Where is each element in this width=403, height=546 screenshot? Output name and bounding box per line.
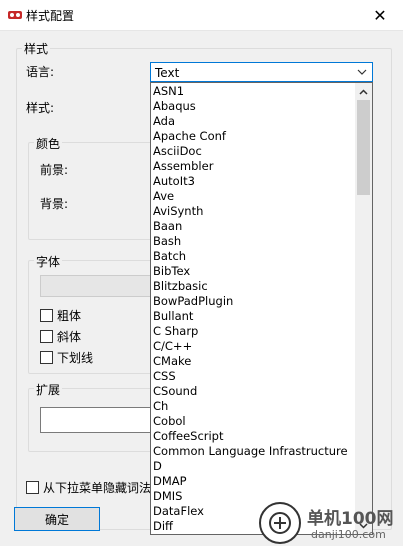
watermark-url: danji100.com [311, 528, 386, 541]
dropdown-item[interactable]: ASN1 [151, 84, 355, 99]
dropdown-item[interactable]: Blitzbasic [151, 279, 355, 294]
title-bar: 样式配置 ✕ [0, 0, 403, 31]
dropdown-item[interactable]: Ave [151, 189, 355, 204]
dropdown-item[interactable]: C/C++ [151, 339, 355, 354]
dropdown-item[interactable]: AsciiDoc [151, 144, 355, 159]
app-icon [8, 11, 22, 19]
dropdown-item[interactable]: Ch [151, 399, 355, 414]
dropdown-item[interactable]: Batch [151, 249, 355, 264]
background-label: 背景: [40, 197, 69, 211]
dropdown-item[interactable]: Apache Conf [151, 129, 355, 144]
scroll-up-button[interactable] [355, 83, 372, 100]
watermark-text: 单机100网 [307, 509, 394, 529]
watermark-logo-icon [259, 502, 301, 544]
chevron-up-icon [359, 88, 368, 95]
close-icon: ✕ [373, 5, 387, 25]
ok-button-label: 确定 [44, 512, 69, 527]
watermark: 单机100网 danji100.com [253, 500, 403, 546]
dropdown-item[interactable]: DMAP [151, 474, 355, 489]
color-group [28, 142, 160, 240]
language-select[interactable]: Text [150, 62, 373, 82]
language-label: 语言: [26, 65, 55, 79]
close-button[interactable]: ✕ [357, 0, 403, 30]
extension-input[interactable] [40, 407, 160, 433]
dropdown-item[interactable]: Abaqus [151, 99, 355, 114]
style-label: 样式: [26, 101, 55, 115]
color-group-title: 颜色 [34, 135, 63, 152]
dropdown-item[interactable]: CoffeeScript [151, 429, 355, 444]
underline-checkbox[interactable] [40, 351, 53, 364]
dropdown-item[interactable]: AutoIt3 [151, 174, 355, 189]
underline-label: 下划线 [57, 351, 94, 365]
language-dropdown-list[interactable]: ASN1 Abaqus Ada Apache Conf AsciiDoc Assemble… [150, 82, 373, 535]
dropdown-item[interactable]: Cobol [151, 414, 355, 429]
bold-checkbox[interactable] [40, 309, 53, 322]
style-group-title: 样式 [22, 40, 51, 57]
dropdown-item[interactable]: C Sharp [151, 324, 355, 339]
dropdown-item[interactable]: CSS [151, 369, 355, 384]
dropdown-item[interactable]: Assembler [151, 159, 355, 174]
font-select[interactable] [40, 275, 160, 297]
italic-label: 斜体 [57, 330, 82, 344]
dropdown-scrollbar[interactable] [355, 83, 372, 534]
dropdown-item[interactable]: Bullant [151, 309, 355, 324]
dropdown-item[interactable]: Common Language Infrastructure [151, 444, 355, 459]
ok-button[interactable]: 确定 [14, 507, 100, 531]
dropdown-item[interactable]: CSound [151, 384, 355, 399]
language-select-value: Text [155, 66, 180, 80]
window-title: 样式配置 [26, 9, 75, 23]
scrollbar-thumb[interactable] [357, 100, 370, 195]
dropdown-item[interactable]: BibTex [151, 264, 355, 279]
dropdown-item[interactable]: AviSynth [151, 204, 355, 219]
dropdown-item[interactable]: D [151, 459, 355, 474]
font-group-title: 字体 [34, 253, 63, 270]
italic-checkbox[interactable] [40, 330, 53, 343]
dropdown-items: ASN1 Abaqus Ada Apache Conf AsciiDoc Assemble… [151, 84, 355, 534]
foreground-label: 前景: [40, 163, 69, 177]
dropdown-item[interactable]: BowPadPlugin [151, 294, 355, 309]
hide-lexer-checkbox[interactable] [26, 481, 39, 494]
dropdown-item[interactable]: Bash [151, 234, 355, 249]
dropdown-item[interactable]: Ada [151, 114, 355, 129]
dropdown-item[interactable]: Baan [151, 219, 355, 234]
chevron-down-icon [357, 69, 367, 75]
extension-group-title: 扩展 [34, 381, 63, 398]
hide-lexer-label: 从下拉菜单隐藏词法 [43, 481, 152, 495]
bold-label: 粗体 [57, 309, 82, 323]
dropdown-item[interactable]: CMake [151, 354, 355, 369]
